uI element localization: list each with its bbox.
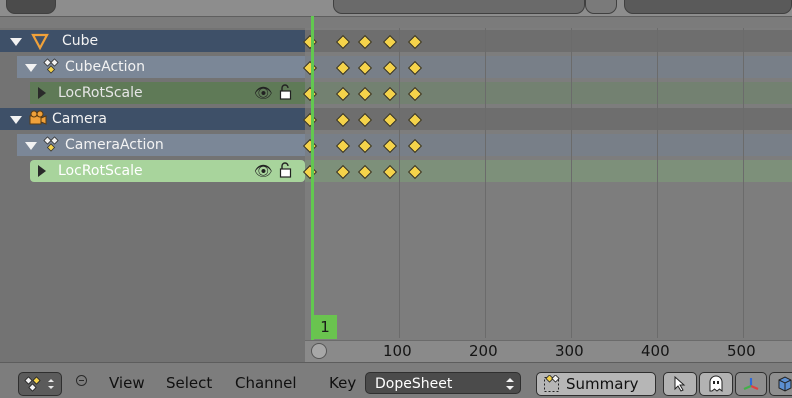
eye-icon[interactable]: 👁 — [254, 85, 273, 101]
channel-row-action[interactable]: CameraAction — [17, 134, 305, 156]
cube-icon — [778, 376, 792, 392]
ruler-tick-label: 400 — [641, 342, 670, 360]
top-strip-handle[interactable] — [6, 0, 56, 14]
summary-toggle-button[interactable]: Summary — [536, 372, 656, 396]
expand-triangle-icon[interactable] — [38, 165, 46, 177]
channel-row-group-selected[interactable]: LocRotScale 👁 — [30, 160, 305, 182]
ruler-tick-label: 300 — [555, 342, 584, 360]
action-icon — [43, 58, 59, 74]
mode-dropdown[interactable]: DopeSheet — [365, 372, 521, 394]
current-frame-line[interactable] — [311, 16, 314, 364]
show-hidden-button[interactable] — [699, 372, 733, 396]
action-icon — [43, 136, 59, 152]
expand-triangle-icon[interactable] — [25, 142, 37, 150]
channel-label: CubeAction — [65, 59, 145, 75]
channel-label: LocRotScale — [58, 85, 143, 101]
object-band — [305, 108, 792, 130]
ghost-icon — [709, 375, 723, 393]
keyframe-area[interactable] — [305, 28, 792, 362]
channel-row-action[interactable]: CubeAction — [17, 56, 305, 78]
channel-row-object[interactable]: Cube — [0, 30, 305, 52]
top-strip-scroll[interactable] — [333, 0, 585, 14]
dopesheet-editor: Cube CubeAction LocRotScale 👁 Camera Cam… — [0, 0, 792, 398]
expand-triangle-icon[interactable] — [10, 116, 22, 124]
menu-channel[interactable]: Channel — [235, 372, 297, 394]
top-strip — [0, 0, 792, 17]
channel-row-group[interactable]: LocRotScale 👁 — [30, 82, 305, 104]
scroll-handle[interactable] — [311, 343, 327, 359]
expand-triangle-icon[interactable] — [10, 38, 22, 46]
expand-triangle-icon[interactable] — [25, 64, 37, 72]
cursor-icon — [674, 376, 686, 392]
frame-gridline — [657, 28, 658, 338]
editor-type-button[interactable] — [18, 372, 62, 396]
object-band — [305, 30, 792, 52]
menu-view[interactable]: View — [109, 372, 145, 394]
group-band — [305, 82, 792, 104]
frame-ruler[interactable]: 100 200 300 400 500 — [305, 340, 792, 363]
axis-icon — [743, 378, 759, 391]
menu-select[interactable]: Select — [166, 372, 212, 394]
expand-triangle-icon[interactable] — [38, 87, 46, 99]
camera-object-icon — [29, 110, 47, 125]
editor-header: View Select Channel Key DopeSheet Summar… — [0, 362, 792, 398]
summary-label: Summary — [566, 375, 639, 393]
lock-icon[interactable] — [279, 84, 292, 100]
channel-label: CameraAction — [65, 137, 164, 153]
dopesheet-editor-icon — [24, 376, 54, 392]
frame-gridline — [485, 28, 486, 338]
eye-icon[interactable]: 👁 — [254, 163, 273, 179]
frame-gridline — [571, 28, 572, 338]
channel-label: Cube — [62, 33, 99, 49]
dropdown-arrows-icon — [506, 378, 514, 390]
filter-object-button[interactable] — [769, 372, 792, 396]
channel-label: Camera — [52, 111, 107, 127]
mode-dropdown-value: DopeSheet — [375, 376, 453, 392]
group-band — [305, 160, 792, 182]
frame-gridline — [743, 28, 744, 338]
collapse-menus-icon[interactable] — [76, 375, 87, 386]
menu-key[interactable]: Key — [329, 372, 356, 394]
ruler-tick-label: 100 — [383, 342, 412, 360]
filter-transform-button[interactable] — [735, 372, 767, 396]
top-strip-divider[interactable] — [585, 0, 617, 14]
current-frame-badge[interactable]: 1 — [313, 315, 337, 339]
ruler-tick-label: 500 — [727, 342, 756, 360]
cube-object-icon — [31, 33, 49, 50]
lock-icon[interactable] — [279, 162, 292, 178]
action-band — [305, 56, 792, 78]
ruler-tick-label: 200 — [469, 342, 498, 360]
action-band — [305, 134, 792, 156]
channel-list — [0, 28, 305, 362]
only-selected-button[interactable] — [663, 372, 697, 396]
top-strip-region[interactable] — [624, 0, 792, 14]
frame-gridline — [399, 28, 400, 338]
channel-label: LocRotScale — [58, 163, 143, 179]
channel-row-object[interactable]: Camera — [0, 108, 305, 130]
summary-icon — [544, 375, 560, 392]
